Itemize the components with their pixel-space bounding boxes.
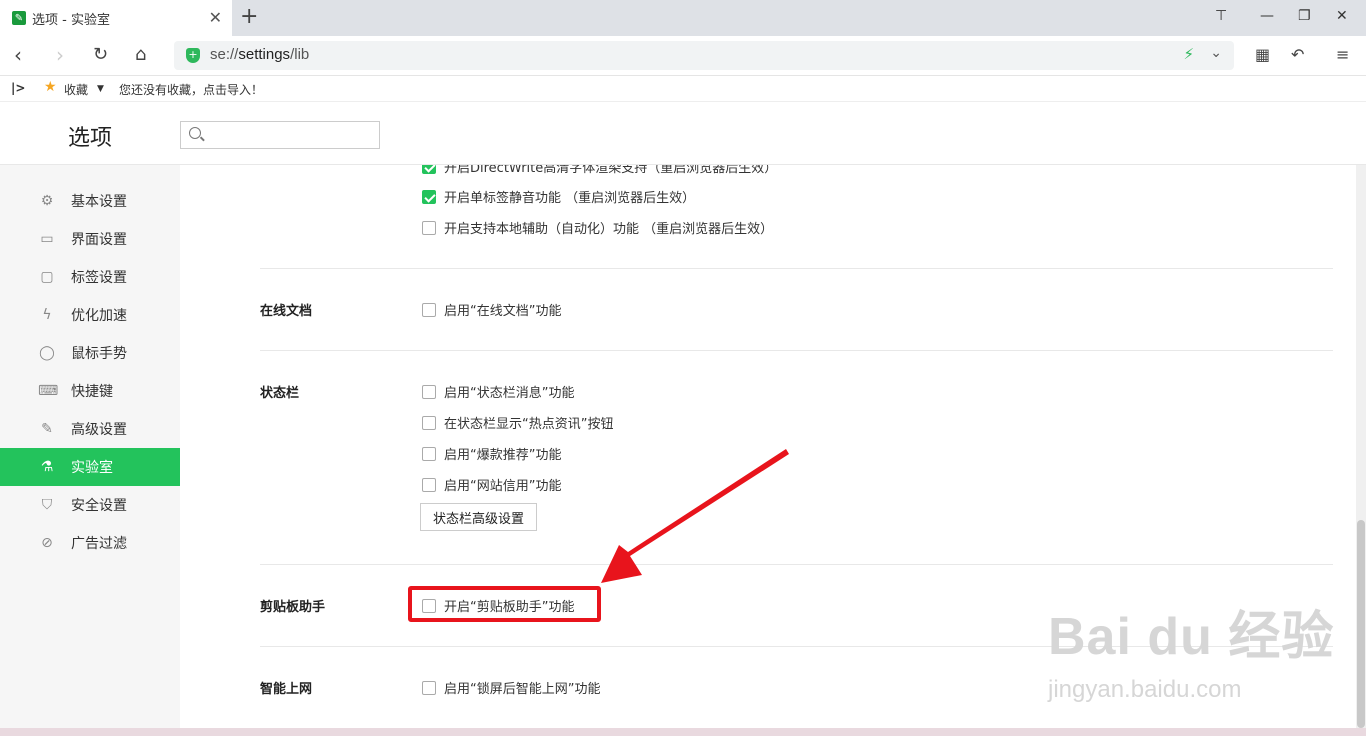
gear-icon: ⚙ [40, 193, 54, 209]
new-tab-button[interactable]: + [240, 6, 258, 28]
navigation-bar: ‹ › ↻ ⌂ + se://settings/lib ⚡ ⌄ ▦ ↶ ≡ [0, 36, 1366, 76]
chevron-down-icon[interactable]: ▼ [97, 84, 104, 94]
scrollbar-thumb[interactable] [1357, 520, 1365, 728]
sidebar-item-mouse[interactable]: ◯ 鼠标手势 [0, 334, 180, 372]
minimize-icon[interactable]: — [1260, 8, 1274, 24]
apps-icon[interactable]: ▦ [1255, 44, 1270, 66]
section-title-online-docs: 在线文档 [260, 304, 313, 319]
option-smart-net[interactable]: 启用“锁屏后智能上网”功能 [422, 678, 600, 697]
option-online-docs[interactable]: 启用“在线文档”功能 [422, 300, 561, 319]
flask-icon: ⚗ [40, 459, 54, 475]
shield-icon: ⛉ [41, 497, 53, 513]
undo-icon[interactable]: ↶ [1291, 44, 1304, 66]
tab-bar: ✎ 选项 - 实验室 ✕ + ⊤ — ❐ ✕ [0, 0, 1366, 36]
forward-icon[interactable]: › [56, 44, 64, 66]
back-icon[interactable]: ‹ [14, 44, 22, 66]
chevron-down-icon[interactable]: ⌄ [1210, 45, 1222, 61]
sidebar-item-adblock[interactable]: ⊘ 广告过滤 [0, 524, 180, 562]
option-site-credit[interactable]: 启用“网站信用”功能 [422, 475, 561, 494]
search-icon [189, 127, 201, 139]
sidebar: ⚙ 基本设置 ▭ 界面设置 ▢ 标签设置 ϟ 优化加速 ◯ 鼠标手势 ⌨ 快捷键 ✎ 高级设置… [0, 165, 180, 728]
active-tab[interactable]: ✎ 选项 - 实验室 ✕ [0, 0, 232, 36]
lightning-icon[interactable]: ⚡ [1183, 45, 1194, 63]
lightning-icon: ϟ [42, 307, 52, 323]
sidebar-item-interface[interactable]: ▭ 界面设置 [0, 220, 180, 258]
tab-icon: ▢ [40, 269, 54, 285]
option-directwrite[interactable]: 开启DirectWrite高清字体渲染支持（重启浏览器后生效） [422, 165, 777, 176]
section-title-statusbar: 状态栏 [260, 386, 300, 401]
divider [260, 268, 1333, 269]
keyboard-icon: ⌨ [38, 383, 59, 399]
page-title: 选项 [68, 126, 113, 151]
section-title-clipboard: 剪贴板助手 [260, 600, 326, 615]
checkbox[interactable] [422, 446, 436, 461]
wrench-icon: ✎ [41, 421, 53, 437]
section-title-smart-net: 智能上网 [260, 682, 313, 697]
sidebar-item-optimize[interactable]: ϟ 优化加速 [0, 296, 180, 334]
block-icon: ⊘ [41, 535, 53, 551]
close-window-icon[interactable]: ✕ [1336, 8, 1348, 24]
watermark-logo: Bai du 经验 [1048, 608, 1335, 666]
tab-title: 选项 - 实验室 [32, 12, 110, 28]
checkbox[interactable] [422, 477, 436, 492]
shirt-icon[interactable]: ⊤ [1215, 8, 1227, 24]
checkbox[interactable] [422, 220, 436, 235]
checkbox[interactable] [422, 302, 436, 317]
sidebar-item-shortcuts[interactable]: ⌨ 快捷键 [0, 372, 180, 410]
star-icon: ★ [44, 79, 57, 95]
option-hot-recommend[interactable]: 启用“爆款推荐”功能 [422, 444, 561, 463]
option-local-assist[interactable]: 开启支持本地辅助（自动化）功能 （重启浏览器后生效） [422, 218, 773, 237]
settings-header: 选项 [0, 102, 1366, 165]
option-statusbar-messages[interactable]: 启用“状态栏消息”功能 [422, 382, 574, 401]
sidebar-item-basic[interactable]: ⚙ 基本设置 [0, 182, 180, 220]
divider [260, 564, 1333, 565]
sidebar-item-advanced[interactable]: ✎ 高级设置 [0, 410, 180, 448]
refresh-icon[interactable]: ↻ [93, 44, 108, 66]
statusbar-advanced-button[interactable]: 状态栏高级设置 [420, 503, 537, 531]
divider [260, 350, 1333, 351]
option-tab-mute[interactable]: 开启单标签静音功能 （重启浏览器后生效） [422, 187, 695, 206]
wrench-icon: ✎ [12, 11, 26, 25]
option-hot-news[interactable]: 在状态栏显示“热点资讯”按钮 [422, 413, 613, 432]
search-input[interactable] [180, 121, 380, 149]
window-icon: ▭ [40, 231, 54, 247]
sidebar-item-lab[interactable]: ⚗ 实验室 [0, 448, 180, 486]
sidebar-item-tabs[interactable]: ▢ 标签设置 [0, 258, 180, 296]
restore-icon[interactable]: ❐ [1298, 8, 1311, 24]
checkbox[interactable] [422, 384, 436, 399]
highlight-box [408, 586, 601, 622]
favorites-label[interactable]: 收藏 [64, 81, 88, 98]
checkbox[interactable] [422, 680, 436, 695]
checkbox[interactable] [422, 415, 436, 430]
watermark-site: jingyan.baidu.com [1048, 676, 1242, 703]
sidebar-toggle-icon[interactable]: |> [11, 81, 25, 95]
url-text: se://settings/lib [210, 46, 310, 63]
close-icon[interactable]: ✕ [209, 10, 222, 26]
checkbox[interactable] [422, 165, 436, 174]
address-bar[interactable]: + se://settings/lib ⚡ ⌄ [174, 41, 1234, 70]
home-icon[interactable]: ⌂ [135, 44, 146, 66]
shield-icon: + [186, 48, 200, 63]
bottom-strip [0, 728, 1366, 736]
bookmarks-empty-text[interactable]: 您还没有收藏，点击导入！ [119, 81, 263, 98]
bookmarks-bar: |> ★ 收藏 ▼ 您还没有收藏，点击导入！ [0, 76, 1366, 102]
menu-icon[interactable]: ≡ [1336, 44, 1349, 66]
mouse-icon: ◯ [39, 345, 55, 361]
checkbox[interactable] [422, 189, 436, 204]
sidebar-item-security[interactable]: ⛉ 安全设置 [0, 486, 180, 524]
